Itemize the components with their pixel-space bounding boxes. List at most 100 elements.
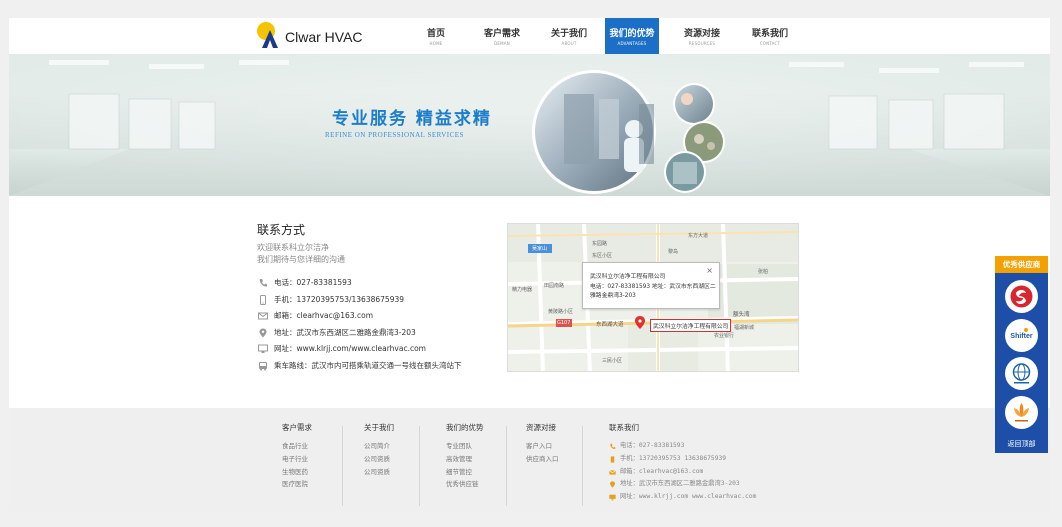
supplier-lotus-icon (1014, 403, 1029, 422)
mobile-icon (260, 294, 266, 305)
nav-about-sublabel: ABOUT (561, 41, 577, 46)
map-label-sanmin: 三民小区 (602, 358, 623, 364)
nav-contact-sublabel: CONTACT (759, 41, 781, 46)
nav-resources-label: 资源对接 (683, 29, 720, 39)
nav-about-label: 关于我们 (550, 29, 587, 39)
footer-link[interactable]: 生物医药 (282, 466, 312, 479)
footer-col-contact: 联系我们 电话：027-83381593 手机：13720395753 1363… (609, 422, 756, 504)
map-label-dongfang: 东方大道 (688, 233, 709, 239)
popup-close-button[interactable]: × (706, 266, 713, 275)
map-label-lidao: 黎岛 (668, 249, 679, 255)
footer-col-resources: 资源对接 客户入口 供应商入口 (526, 422, 559, 466)
map-label-dongyuan: 东园路 (592, 241, 608, 247)
contact-address: 地址：武汉市东西湖区二雅路金鼎湾3-203 (257, 326, 517, 343)
footer-col-advantages: 我们的优势 专业团队 高效管理 细节管控 优秀供应链 (446, 422, 484, 491)
footer-col-title: 联系我们 (609, 423, 639, 432)
footer-link[interactable]: 高效管理 (446, 453, 484, 466)
nav-about[interactable]: 关于我们 ABOUT (542, 18, 596, 54)
map-pin-label[interactable]: 武汉科立尔洁净工程有限公司 (650, 319, 732, 332)
logo-mark-icon (257, 22, 278, 48)
nav-contact-label: 联系我们 (751, 29, 788, 39)
contact-mobile: 手机：13720395753/13638675939 (257, 293, 517, 310)
popup-detail: 电话：027-83381593 地址：武汉市东西湖区二雅路金鼎湾3-203 (590, 284, 716, 299)
hero-banner: 专业服务 精益求精 REFINE ON PROFESSIONAL SERVICE… (9, 54, 1050, 196)
header: Clwar HVAC 首页 HOME 客户需求 DEMAN 关于我们 ABOUT… (9, 18, 1050, 54)
footer-col-title: 客户需求 (282, 423, 312, 432)
footer-contact-website[interactable]: 网址：www.klrjj.com www.clearhvac.com (609, 491, 756, 504)
banner-slogan-en: REFINE ON PROFESSIONAL SERVICES (325, 131, 464, 139)
footer-link[interactable]: 公司资质 (364, 466, 394, 479)
supplier-sidebar: 优秀供应商 Shifter 返回顶部 (995, 256, 1048, 453)
contact-route-text: 乘车路线：武汉市内可搭乘轨道交通一号线在额头湾站下 (274, 360, 462, 370)
map-label-fuhu: 福湖新城 (734, 325, 755, 331)
footer-link[interactable]: 优秀供应链 (446, 478, 484, 491)
footer-link[interactable]: 食品行业 (282, 440, 312, 453)
popup-title: 武汉科立尔洁净工程有限公司 (590, 274, 666, 280)
website-icon (609, 494, 616, 501)
back-to-top-button[interactable]: 返回顶部 (995, 439, 1048, 449)
footer-contact-phone: 电话：027-83381593 (609, 440, 756, 453)
footer-contact-text: 邮箱：clearhvac@163.com (620, 467, 704, 475)
footer-col-title: 关于我们 (364, 423, 394, 432)
contact-email[interactable]: 邮箱：clearhvac@163.com (257, 309, 517, 326)
nav-resources[interactable]: 资源对接 RESOURCES (675, 18, 729, 54)
contact-mobile-text: 手机：13720395753/13638675939 (274, 294, 405, 304)
footer-contact-text: 电话：027-83381593 (620, 442, 685, 449)
contact-website-text: 网址：www.klrjj.com/www.clearhvac.com (274, 344, 426, 353)
contact-title: 联系方式 (257, 223, 306, 237)
mail-icon (609, 469, 616, 475)
map-label-jingli: 精力电器 (512, 287, 533, 293)
footer-link[interactable]: 客户入口 (526, 440, 559, 453)
phone-icon (259, 279, 267, 287)
brand-name: Clwar HVAC (285, 29, 363, 45)
footer-link[interactable]: 公司简介 (364, 440, 394, 453)
contact-address-text: 地址：武汉市东西湖区二雅路金鼎湾3-203 (274, 327, 416, 337)
footer: 客户需求 食品行业 电子行业 生物医药 医疗医院 关于我们 公司简介 公司资质 … (9, 408, 1050, 511)
footer-contact-address: 地址：武汉市东西湖区二雅路金鼎湾3-203 (609, 478, 756, 491)
footer-contact-email[interactable]: 邮箱：clearhvac@163.com (609, 466, 756, 479)
nav-demand-sublabel: DEMAN (494, 41, 510, 46)
phone-icon (610, 443, 616, 449)
footer-col-title: 我们的优势 (446, 423, 484, 432)
location-map[interactable]: 吴家山 东方大道 东园路 东区小区 黎岛 田园南路 精力电器 张柏 福湖新城 额… (507, 223, 799, 372)
footer-link[interactable]: 公司资质 (364, 453, 394, 466)
nav-demand[interactable]: 客户需求 DEMAN (475, 18, 529, 54)
nav-contact[interactable]: 联系我们 CONTACT (743, 18, 797, 54)
supplier-logo-lotus[interactable] (1005, 396, 1038, 429)
map-label-zhangbai: 张柏 (758, 269, 769, 275)
mobile-icon (610, 456, 615, 463)
footer-link[interactable]: 供应商入口 (526, 453, 559, 466)
map-label-wujiashan: 吴家山 (532, 246, 548, 252)
footer-link[interactable]: 细节管控 (446, 466, 484, 479)
footer-link[interactable]: 专业团队 (446, 440, 484, 453)
footer-divider (582, 426, 583, 506)
nav-home[interactable]: 首页 HOME (409, 18, 463, 54)
contact-route: 乘车路线：武汉市内可搭乘轨道交通一号线在额头湾站下 (257, 359, 517, 376)
map-label-nongye: 农业银行 (714, 333, 735, 339)
mail-icon (258, 312, 268, 320)
map-label-dongxihu-avenue: 东西湖大道 (596, 322, 624, 328)
contact-list: 电话：027-83381593 手机：13720395753/136386759… (257, 276, 517, 375)
supplier-logo-red[interactable] (1005, 280, 1038, 313)
contact-website[interactable]: 网址：www.klrjj.com/www.clearhvac.com (257, 342, 517, 359)
footer-divider (419, 426, 420, 506)
footer-contact-mobile: 手机：13720395753 13638675939 (609, 453, 756, 466)
nav-advantages-label: 我们的优势 (609, 29, 655, 39)
supplier-sidebar-title: 优秀供应商 (995, 256, 1048, 273)
contact-phone-text: 电话：027-83381593 (274, 278, 352, 287)
location-icon (610, 481, 615, 489)
contact-phone: 电话：027-83381593 (257, 276, 517, 293)
footer-link[interactable]: 医疗医院 (282, 478, 312, 491)
footer-col-about: 关于我们 公司简介 公司资质 公司资质 (364, 422, 394, 478)
supplier-logo-shifter[interactable]: Shifter (1005, 319, 1038, 352)
footer-link[interactable]: 电子行业 (282, 453, 312, 466)
map-info-popup: × 武汉科立尔洁净工程有限公司 电话：027-83381593 地址：武汉市东西… (582, 262, 720, 309)
banner-slogan: 专业服务 精益求精 (332, 109, 492, 129)
logo[interactable]: Clwar HVAC (257, 21, 377, 51)
nav-advantages[interactable]: 我们的优势 ADVANTAGES (605, 18, 659, 54)
map-label-tianyuan: 田园南路 (544, 283, 565, 289)
supplier-logo-globe[interactable] (1005, 357, 1038, 390)
footer-contact-text: 网址：www.klrjj.com www.clearhvac.com (620, 493, 757, 501)
map-label-etouwan: 额头湾 (733, 312, 750, 318)
page-frame: Clwar HVAC 首页 HOME 客户需求 DEMAN 关于我们 ABOUT… (9, 18, 1050, 511)
